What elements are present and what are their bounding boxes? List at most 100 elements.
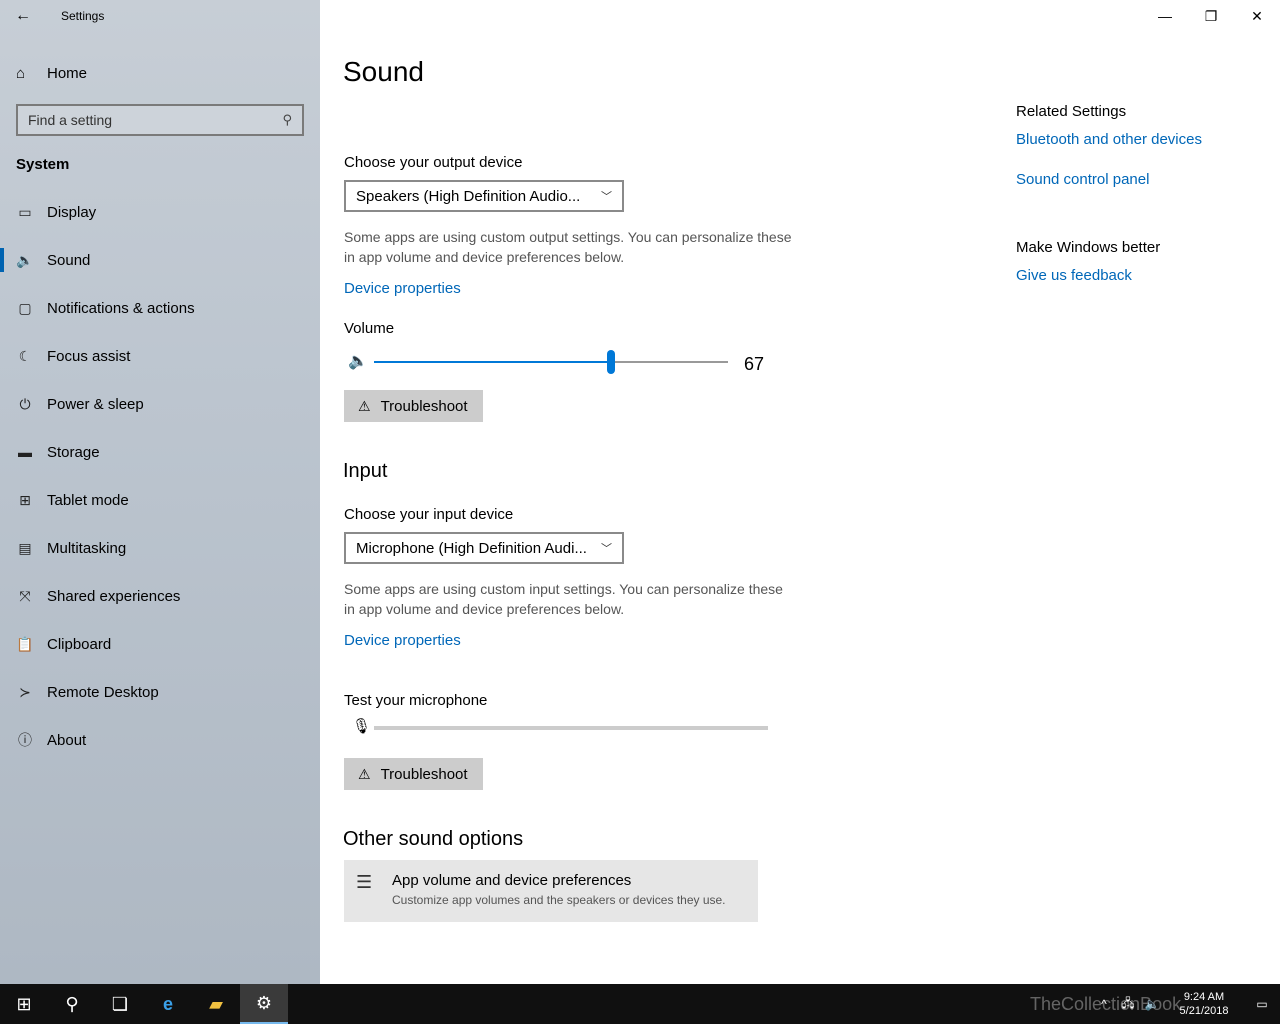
app-volume-title: App volume and device preferences xyxy=(392,872,632,889)
internet-explorer-icon: e xyxy=(162,993,173,1014)
output-troubleshoot-button[interactable]: ⚠ Troubleshoot xyxy=(344,390,483,422)
sidebar-item-sound[interactable]: 🔈 Sound xyxy=(0,236,320,284)
sidebar-item-about[interactable]: ⓘ About xyxy=(0,716,320,764)
task-view-icon: ❏ xyxy=(111,993,129,1014)
minimize-button[interactable]: — xyxy=(1142,0,1188,32)
output-device-dropdown[interactable]: Speakers (High Definition Audio... ﹀ xyxy=(344,180,624,212)
input-troubleshoot-label: Troubleshoot xyxy=(380,765,468,783)
volume-slider[interactable] xyxy=(374,350,728,374)
microphone-level-bar xyxy=(374,726,768,730)
section-title: System xyxy=(16,156,70,173)
shared-icon: ⤧ xyxy=(19,587,31,604)
app-volume-preferences-card[interactable]: ☰ App volume and device preferences Cust… xyxy=(344,860,758,922)
sidebar-item-label: Focus assist xyxy=(47,347,131,365)
home-link[interactable]: ⌂ Home xyxy=(16,58,87,88)
gear-icon: ⚙ xyxy=(255,992,273,1013)
clock-time: 9:24 AM xyxy=(1183,991,1225,1003)
volume-value: 67 xyxy=(744,354,765,374)
speaker-icon[interactable]: 🔈 xyxy=(348,351,368,371)
internet-explorer-button[interactable]: e xyxy=(144,984,192,1024)
related-settings-heading: Related Settings xyxy=(1016,103,1127,120)
info-icon: ⓘ xyxy=(18,732,32,748)
sidebar-item-storage[interactable]: ▬ Storage xyxy=(0,428,320,476)
give-feedback-link[interactable]: Give us feedback xyxy=(1016,267,1132,284)
sidebar-item-shared-experiences[interactable]: ⤧ Shared experiences xyxy=(0,572,320,620)
restore-button[interactable]: ❐ xyxy=(1188,0,1234,32)
input-device-properties-link[interactable]: Device properties xyxy=(344,632,461,649)
input-device-label: Choose your input device xyxy=(344,506,514,523)
sidebar: ← Settings ⌂ Home Find a setting ⚲ Syste… xyxy=(0,0,320,984)
chevron-down-icon: ﹀ xyxy=(601,191,612,203)
windows-logo-icon: ⊞ xyxy=(16,993,32,1014)
volume-slider-row: 🔈 67 xyxy=(344,350,774,374)
network-icon[interactable]: 🖧 xyxy=(1116,994,1140,1015)
warning-icon: ⚠ xyxy=(358,765,371,782)
search-button[interactable]: ⚲ xyxy=(48,984,96,1024)
system-tray: ^ 🖧 🔈 9:24 AM 5/21/2018 ▭ xyxy=(1092,984,1280,1024)
sidebar-item-notifications-actions[interactable]: ▢ Notifications & actions xyxy=(0,284,320,332)
sidebar-item-label: About xyxy=(47,731,87,749)
output-device-label: Choose your output device xyxy=(344,154,523,171)
sliders-icon: ☰ xyxy=(356,872,373,892)
title-bar: ← Settings xyxy=(0,0,320,32)
notification-icon: ▢ xyxy=(18,299,32,316)
close-button[interactable]: ✕ xyxy=(1234,0,1280,32)
search-input[interactable]: Find a setting xyxy=(28,112,282,128)
sidebar-item-display[interactable]: ▭ Display xyxy=(0,188,320,236)
sidebar-item-label: Storage xyxy=(47,443,100,461)
sidebar-item-label: Sound xyxy=(47,251,91,269)
main-content: — ❐ ✕ Sound Choose your output device Sp… xyxy=(320,0,1280,984)
display-icon: ▭ xyxy=(18,203,32,220)
close-icon: ✕ xyxy=(1251,7,1263,24)
volume-icon[interactable]: 🔈 xyxy=(1140,997,1164,1011)
task-view-button[interactable]: ❏ xyxy=(96,984,144,1024)
bluetooth-devices-link[interactable]: Bluetooth and other devices xyxy=(1016,131,1202,148)
remote-desktop-icon: ≻ xyxy=(19,683,31,700)
sidebar-item-focus-assist[interactable]: ☾ Focus assist xyxy=(0,332,320,380)
microphone-icon: 🎙 xyxy=(352,718,372,735)
sidebar-item-label: Tablet mode xyxy=(47,491,129,509)
sidebar-item-label: Shared experiences xyxy=(47,587,181,605)
sidebar-item-label: Multitasking xyxy=(47,539,127,557)
sidebar-item-label: Power & sleep xyxy=(47,395,144,413)
start-button[interactable]: ⊞ xyxy=(0,984,48,1024)
volume-slider-fill xyxy=(374,361,612,363)
sidebar-item-tablet-mode[interactable]: ⊞ Tablet mode xyxy=(0,476,320,524)
action-center-icon[interactable]: ▭ xyxy=(1244,997,1280,1011)
input-device-dropdown[interactable]: Microphone (High Definition Audi... ﹀ xyxy=(344,532,624,564)
sidebar-item-clipboard[interactable]: 📋 Clipboard xyxy=(0,620,320,668)
tablet-icon: ⊞ xyxy=(19,491,31,508)
search-icon[interactable]: ⚲ xyxy=(282,112,292,128)
home-icon: ⌂ xyxy=(16,64,26,82)
restore-icon: ❐ xyxy=(1204,7,1218,24)
chevron-up-icon[interactable]: ^ xyxy=(1092,997,1116,1011)
search-box[interactable]: Find a setting ⚲ xyxy=(16,104,304,136)
app-title: Settings xyxy=(61,9,105,23)
back-arrow-icon: ← xyxy=(15,7,31,24)
minimize-icon: — xyxy=(1158,8,1172,24)
sidebar-item-label: Display xyxy=(47,203,97,221)
settings-taskbar-button[interactable]: ⚙ xyxy=(240,984,288,1024)
other-sound-options-heading: Other sound options xyxy=(343,828,524,850)
speaker-icon: 🔈 xyxy=(16,251,34,268)
make-windows-better-heading: Make Windows better xyxy=(1016,239,1161,256)
test-microphone-label: Test your microphone xyxy=(344,692,488,709)
sound-control-panel-link[interactable]: Sound control panel xyxy=(1016,171,1149,188)
input-troubleshoot-button[interactable]: ⚠ Troubleshoot xyxy=(344,758,483,790)
volume-slider-thumb[interactable] xyxy=(607,350,616,374)
window-controls: — ❐ ✕ xyxy=(1142,0,1280,32)
output-device-value: Speakers (High Definition Audio... xyxy=(356,187,581,205)
clock[interactable]: 9:24 AM 5/21/2018 xyxy=(1164,990,1244,1018)
sidebar-item-multitasking[interactable]: ▤ Multitasking xyxy=(0,524,320,572)
sidebar-item-remote-desktop[interactable]: ≻ Remote Desktop xyxy=(0,668,320,716)
storage-icon: ▬ xyxy=(18,444,32,460)
sidebar-item-power-sleep[interactable]: ⏻ Power & sleep xyxy=(0,380,320,428)
back-button[interactable]: ← xyxy=(0,0,46,32)
output-device-properties-link[interactable]: Device properties xyxy=(344,280,461,297)
taskbar: ⊞ ⚲ ❏ e ▰ ⚙ TheCollectionBook ^ 🖧 🔈 9:24… xyxy=(0,984,1280,1024)
clipboard-icon: 📋 xyxy=(16,635,34,652)
sidebar-item-label: Remote Desktop xyxy=(47,683,159,701)
app-volume-desc: Customize app volumes and the speakers o… xyxy=(392,893,726,907)
file-explorer-button[interactable]: ▰ xyxy=(192,984,240,1024)
output-troubleshoot-label: Troubleshoot xyxy=(380,397,468,415)
